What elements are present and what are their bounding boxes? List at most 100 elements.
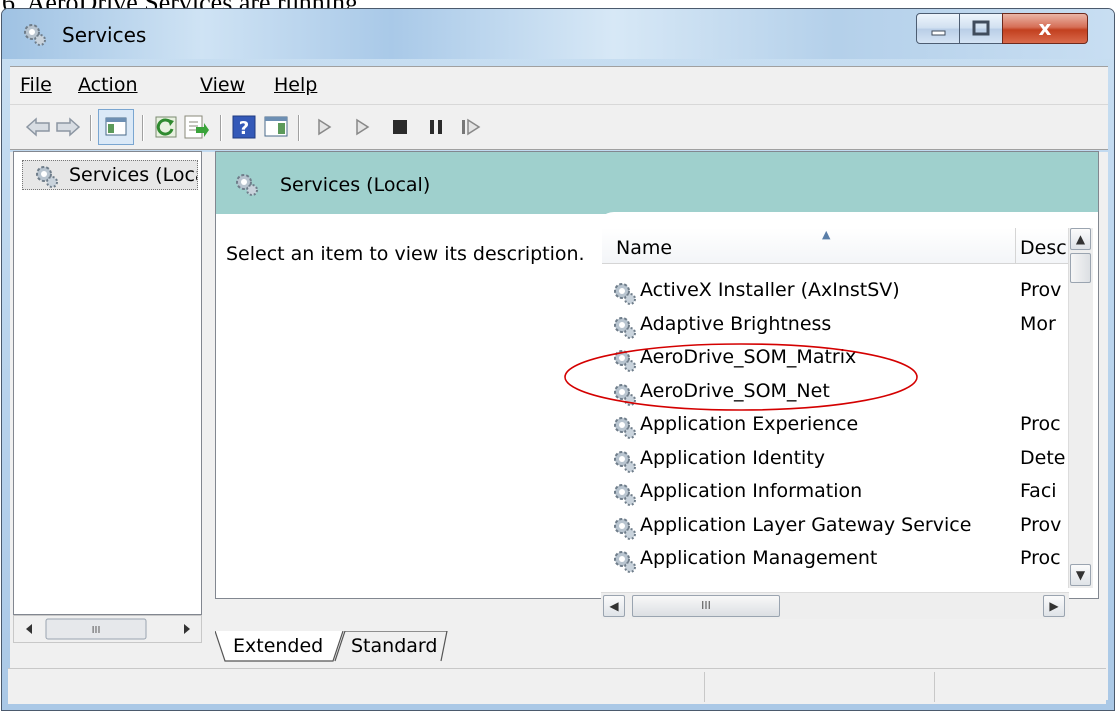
service-name: AeroDrive_SOM_Net [640, 379, 830, 402]
title-bar[interactable]: Services x [2, 9, 1114, 59]
back-arrow-icon[interactable] [24, 113, 52, 141]
services-gear-icon [24, 24, 46, 46]
menu-view[interactable]: View [200, 74, 245, 96]
scroll-left-icon[interactable]: ◀ [603, 595, 625, 617]
forward-arrow-icon[interactable] [54, 113, 82, 141]
resume-service-icon[interactable] [456, 113, 484, 141]
close-icon: x [1038, 16, 1052, 40]
toolbar-separator [142, 115, 144, 141]
stop-service-icon[interactable] [386, 113, 414, 141]
tab-extended[interactable]: Extended [233, 631, 323, 661]
toolbar: ? [10, 104, 1108, 150]
service-gear-icon [614, 417, 636, 439]
console-tree-toggle[interactable] [98, 109, 134, 145]
menu-bar: File Action View Help [10, 66, 1108, 105]
menu-file[interactable]: File [20, 74, 52, 96]
tree-horizontal-scrollbar[interactable]: III [13, 615, 202, 643]
start-service-icon[interactable] [310, 113, 338, 141]
maximize-icon [972, 20, 990, 36]
service-name: Application Layer Gateway Service [640, 513, 972, 536]
close-button[interactable]: x [1002, 13, 1088, 44]
column-header-description[interactable]: Desc [1016, 228, 1072, 264]
pause-service-icon[interactable] [422, 113, 450, 141]
table-row[interactable]: Application Identity Dete [602, 444, 1072, 477]
window-title: Services [62, 23, 147, 47]
svg-text:?: ? [239, 118, 249, 139]
svg-text:III: III [92, 625, 101, 636]
pane-header: Services (Local) [216, 152, 1098, 214]
services-pane: Services (Local) Select an item to view … [215, 151, 1099, 599]
maximize-button[interactable] [959, 13, 1003, 44]
scroll-left-icon [26, 624, 32, 634]
menu-action[interactable]: Action [78, 74, 138, 96]
status-divider [704, 672, 705, 702]
toolbar-separator [90, 115, 92, 141]
service-gear-icon [614, 316, 636, 339]
scroll-right-icon [184, 624, 190, 634]
minimize-button[interactable] [916, 13, 960, 44]
services-gear-icon [236, 174, 258, 196]
table-row[interactable]: ActiveX Installer (AxInstSV) Prov [602, 276, 1072, 309]
list-vertical-scrollbar[interactable]: ▲ ▼ [1068, 228, 1093, 588]
service-name: Application Information [640, 480, 863, 502]
help-icon[interactable]: ? [230, 113, 258, 141]
service-gear-icon [614, 383, 636, 406]
service-name: Application Experience [640, 413, 859, 435]
list-horizontal-scrollbar[interactable]: ◀ III ▶ [601, 592, 1069, 619]
service-description: Proc [1020, 547, 1061, 569]
service-description: Mor [1020, 312, 1056, 335]
table-row[interactable]: Application Information Faci [602, 477, 1072, 510]
service-gear-icon [614, 283, 636, 305]
minimize-icon [931, 30, 946, 36]
sort-ascending-icon: ▲ [822, 228, 831, 241]
table-row[interactable]: Adaptive Brightness Mor [602, 310, 1072, 343]
column-desc-label: Desc [1020, 237, 1067, 259]
view-tabs: Extended Standard [215, 631, 1099, 663]
start-service-alt-icon[interactable] [348, 113, 376, 141]
service-gear-icon [614, 350, 636, 372]
status-divider [934, 672, 935, 702]
scroll-up-icon[interactable]: ▲ [1070, 228, 1091, 250]
table-row[interactable]: Application Management Proc [602, 544, 1072, 577]
description-prompt: Select an item to view its description. [226, 243, 585, 265]
table-row[interactable]: Application Layer Gateway Service Prov [602, 511, 1072, 544]
tab-standard-label: Standard [351, 635, 438, 657]
service-description: Prov [1020, 279, 1062, 301]
horizontal-scroll-thumb[interactable]: III [632, 595, 780, 617]
services-gear-icon [36, 166, 58, 188]
tab-standard[interactable]: Standard [351, 631, 437, 661]
table-row[interactable]: AeroDrive_SOM_Net [602, 377, 1072, 410]
toolbar-separator [298, 115, 300, 141]
service-name: Adaptive Brightness [640, 312, 832, 335]
scroll-down-icon[interactable]: ▼ [1070, 564, 1091, 586]
export-list-icon[interactable] [182, 113, 210, 141]
menu-file-label: File [20, 74, 52, 96]
service-name: AeroDrive_SOM_Matrix [640, 346, 857, 368]
column-name-label: Name [616, 237, 673, 259]
table-row[interactable]: Application Experience Proc [602, 410, 1072, 443]
console-tree: Services (Local [13, 151, 202, 615]
show-hide-action-pane-icon[interactable] [262, 113, 290, 141]
service-gear-icon [614, 551, 636, 573]
tree-scrollbar-graphic: III [26, 618, 190, 640]
scroll-right-icon[interactable]: ▶ [1043, 595, 1065, 617]
service-name: Application Management [640, 547, 878, 569]
tree-item-label: Services (Local [69, 164, 198, 186]
refresh-icon[interactable] [152, 113, 180, 141]
service-name: Application Identity [640, 446, 826, 469]
tab-extended-label: Extended [233, 635, 324, 657]
show-hide-console-tree-icon [105, 117, 127, 136]
column-header-name[interactable]: ▲ Name [602, 228, 1016, 264]
vertical-scroll-thumb[interactable] [1070, 253, 1091, 283]
service-description: Proc [1020, 413, 1061, 435]
menu-action-label: Action [78, 74, 138, 96]
toolbar-separator [220, 115, 222, 141]
service-description: Faci [1020, 480, 1057, 502]
menu-view-label: View [200, 74, 246, 96]
table-row[interactable]: AeroDrive_SOM_Matrix [602, 343, 1072, 376]
status-bar [8, 668, 1106, 704]
menu-help[interactable]: Help [274, 74, 317, 96]
menu-help-label: Help [274, 74, 318, 96]
service-gear-icon [614, 484, 636, 506]
service-name: ActiveX Installer (AxInstSV) [640, 279, 900, 301]
